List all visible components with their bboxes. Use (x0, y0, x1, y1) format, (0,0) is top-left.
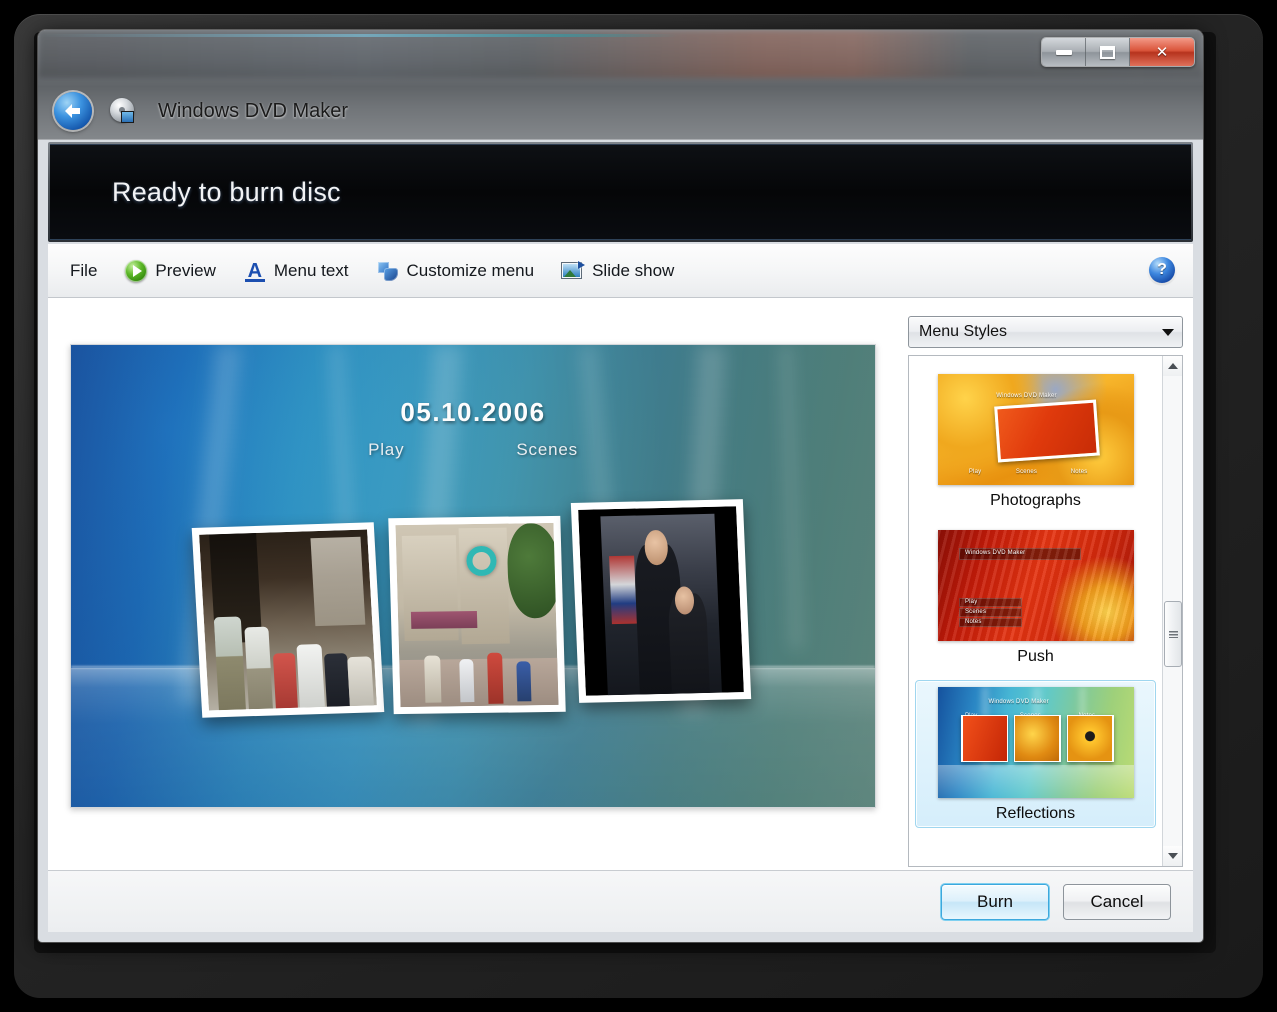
play-icon (125, 260, 147, 282)
thumb-menu-play: Play (965, 599, 977, 605)
maximize-button[interactable] (1086, 38, 1130, 66)
toolbar-item-preview[interactable]: Preview (117, 256, 223, 286)
footer-actions: Burn Cancel (48, 870, 1193, 932)
minimize-icon (1056, 50, 1072, 55)
thumb-menu-notes: Notes (965, 619, 982, 625)
scene-indoor-gathering (199, 529, 377, 710)
shapes-icon (377, 260, 399, 282)
scrollbar-grip-icon (1169, 631, 1178, 638)
style-thumb-reflections: Windows DVD Maker Play Scenes Notes (938, 687, 1134, 798)
page-title: Ready to burn disc (112, 177, 341, 208)
thumb-panel-1 (961, 715, 1008, 763)
disc-badge (121, 111, 134, 123)
menu-styles-list: Windows DVD Maker Play Scenes Notes Phot… (908, 355, 1183, 867)
video-frame (601, 514, 722, 695)
dvd-preview-pane: 05.10.2006 Play Scenes (48, 298, 900, 870)
toolbar-label-menu-text: Menu text (274, 261, 349, 281)
style-label-reflections: Reflections (920, 805, 1151, 823)
close-button[interactable]: ✕ (1130, 38, 1194, 66)
style-item-photographs[interactable]: Windows DVD Maker Play Scenes Notes Phot… (915, 368, 1156, 514)
text-a-icon: A (244, 260, 266, 282)
close-icon: ✕ (1156, 45, 1169, 60)
scroll-down-icon[interactable] (1163, 846, 1182, 866)
toolbar-label-slide-show: Slide show (592, 261, 674, 281)
thumb-menu-play: Play (969, 469, 981, 475)
dvd-maker-window: Windows DVD Maker ✕ Ready to burn disc F… (38, 30, 1203, 942)
window-controls: ✕ (1041, 37, 1195, 67)
chevron-down-icon (1162, 329, 1174, 336)
burn-button[interactable]: Burn (941, 884, 1049, 920)
toolbar-label-customize-menu: Customize menu (407, 261, 535, 281)
scroll-up-icon[interactable] (1163, 356, 1182, 376)
dvd-menu-items: Play Scenes (71, 440, 875, 460)
thumb-title: Windows DVD Maker (965, 550, 1025, 556)
style-label-push: Push (919, 648, 1152, 666)
scene-street (395, 523, 558, 707)
panel-image (199, 529, 377, 710)
thumb-title: Windows DVD Maker (988, 699, 1048, 705)
toolbar: File Preview A Menu text Customize menu … (48, 244, 1193, 298)
preview-panel-street[interactable] (388, 516, 565, 714)
help-icon[interactable]: ? (1149, 257, 1175, 283)
preview-panel-indoor[interactable] (192, 522, 385, 717)
main-content: 05.10.2006 Play Scenes (48, 298, 1193, 870)
maximize-icon (1100, 46, 1115, 59)
thumb-panel-2 (1014, 715, 1061, 763)
minimize-button[interactable] (1042, 38, 1086, 66)
dvd-disc-icon (110, 98, 136, 124)
thumb-menu-notes: Notes (1071, 469, 1088, 475)
light-ray (779, 345, 804, 650)
window-title: Windows DVD Maker (158, 100, 348, 123)
style-item-push[interactable]: Windows DVD Maker Play Scenes Notes Push (915, 524, 1156, 670)
page-banner: Ready to burn disc (48, 142, 1193, 242)
menu-styles-pane: Menu Styles Windows DVD Maker Play Scene… (900, 298, 1193, 870)
toolbar-item-file[interactable]: File (62, 257, 105, 285)
menu-styles-dropdown-label: Menu Styles (919, 323, 1007, 341)
thumb-title: Windows DVD Maker (996, 393, 1056, 399)
slideshow-icon (562, 260, 584, 282)
dvd-menu-item-play[interactable]: Play (368, 440, 404, 460)
toolbar-item-menu-text[interactable]: A Menu text (236, 256, 357, 286)
back-arrow-icon[interactable] (54, 92, 92, 130)
thumb-menu-scenes: Scenes (1016, 469, 1037, 475)
thumb-menu-scenes: Scenes (965, 609, 986, 615)
scrollbar-thumb[interactable] (1164, 601, 1182, 667)
cancel-button[interactable]: Cancel (1063, 884, 1171, 920)
scene-figures (203, 600, 377, 711)
glass-highlight (38, 34, 1203, 37)
scene-two-men (578, 506, 744, 695)
thumb-panel-3 (1067, 715, 1114, 763)
window-titlebar: Windows DVD Maker ✕ (38, 30, 1203, 140)
toolbar-item-customize-menu[interactable]: Customize menu (369, 256, 543, 286)
dvd-menu-preview[interactable]: 05.10.2006 Play Scenes (70, 344, 876, 808)
menu-styles-items: Windows DVD Maker Play Scenes Notes Phot… (909, 356, 1162, 866)
toolbar-item-slide-show[interactable]: Slide show (554, 256, 682, 286)
panel-image (578, 506, 744, 695)
style-label-photographs: Photographs (919, 492, 1152, 510)
thumb-photo-card (994, 399, 1100, 461)
menu-styles-dropdown[interactable]: Menu Styles (908, 316, 1183, 348)
styles-scrollbar[interactable] (1162, 356, 1182, 866)
page-banner-inner: Ready to burn disc (50, 144, 1191, 240)
style-thumb-push: Windows DVD Maker Play Scenes Notes (938, 530, 1134, 641)
toolbar-label-file: File (70, 261, 97, 281)
dvd-menu-item-scenes[interactable]: Scenes (516, 440, 578, 460)
preview-panel-men[interactable] (571, 499, 751, 703)
style-thumb-photographs: Windows DVD Maker Play Scenes Notes (938, 374, 1134, 485)
style-item-reflections[interactable]: Windows DVD Maker Play Scenes Notes (915, 680, 1156, 828)
dvd-menu-title: 05.10.2006 (71, 397, 875, 428)
panel-image (395, 523, 558, 707)
toolbar-label-preview: Preview (155, 261, 215, 281)
